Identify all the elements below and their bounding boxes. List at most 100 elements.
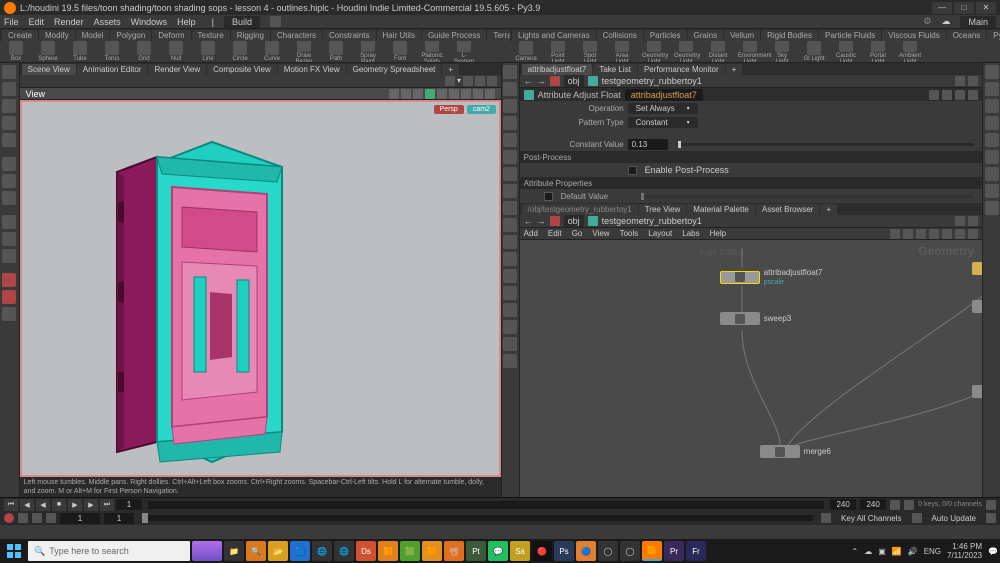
shelf-tool[interactable]: Platonic Solids	[420, 41, 444, 63]
maximize-button[interactable]: □	[954, 2, 974, 14]
maximize-icon[interactable]	[487, 76, 497, 86]
task-app[interactable]: 📽	[444, 541, 464, 561]
shelf-tab[interactable]: Create	[2, 30, 38, 41]
shelf-tool[interactable]: Geometry Light	[642, 41, 666, 63]
net-tool-icon[interactable]	[916, 229, 926, 239]
tab-take-list[interactable]: Take List	[593, 64, 637, 75]
pin-icon[interactable]	[445, 76, 455, 86]
task-app[interactable]: 🟩	[400, 541, 420, 561]
shelf-tab[interactable]: Vellum	[724, 30, 760, 41]
home-icon[interactable]	[550, 76, 560, 86]
add-tab-button[interactable]: +	[726, 64, 743, 75]
menu-help[interactable]: Help	[177, 17, 196, 27]
handle-tool-icon[interactable]	[2, 174, 16, 188]
play-reverse-button[interactable]: ◀	[36, 499, 50, 511]
display-opt-icon[interactable]	[503, 184, 517, 198]
net-display-icon[interactable]	[985, 184, 999, 198]
shelf-tool[interactable]: Point Light	[546, 41, 570, 63]
help-icon[interactable]	[955, 90, 965, 100]
shelf-tab[interactable]: Hair Utils	[377, 30, 421, 41]
add-tab-button[interactable]: +	[820, 204, 837, 215]
layout-icon[interactable]	[463, 76, 473, 86]
current-frame-input2[interactable]: 1	[104, 513, 134, 524]
view-opt-icon[interactable]	[473, 89, 483, 99]
update-icon[interactable]	[986, 513, 996, 523]
task-app[interactable]: 🔴	[532, 541, 552, 561]
net-menu-go[interactable]: Go	[572, 229, 583, 238]
shelf-tab[interactable]: Deform	[152, 30, 190, 41]
menu-assets[interactable]: Assets	[94, 17, 121, 27]
shelf-tool[interactable]: Tube	[68, 41, 92, 62]
net-display-icon[interactable]	[985, 116, 999, 130]
start-frame-input[interactable]: 1	[116, 499, 142, 510]
task-app[interactable]: Pt	[466, 541, 486, 561]
node-partial[interactable]	[972, 300, 982, 313]
constant-value-slider[interactable]	[676, 143, 975, 146]
task-app[interactable]: 🟧	[422, 541, 442, 561]
net-menu-add[interactable]: Add	[524, 229, 538, 238]
shelf-tab[interactable]: Grains	[688, 30, 724, 41]
view-opt-icon[interactable]	[485, 89, 495, 99]
default-value-checkbox[interactable]	[544, 192, 553, 201]
net-display-icon[interactable]	[985, 133, 999, 147]
net-display-icon[interactable]	[985, 150, 999, 164]
shelf-tool[interactable]: Environment Light	[738, 41, 762, 63]
pose-tool-icon[interactable]	[2, 133, 16, 147]
shelf-tool[interactable]: Line	[196, 41, 220, 62]
enable-pp-checkbox[interactable]	[628, 166, 637, 175]
path-segment[interactable]: obj	[564, 215, 584, 227]
path-segment[interactable]: testgeometry_rubbertoy1	[602, 216, 702, 226]
realtime-icon[interactable]	[890, 500, 900, 510]
shelf-tab[interactable]: Modify	[39, 30, 75, 41]
tab-scene-view[interactable]: Scene View	[22, 64, 76, 75]
range-end-input[interactable]: 240	[860, 499, 886, 510]
net-tool-icon[interactable]	[968, 229, 978, 239]
shelf-tool[interactable]: Font	[388, 41, 412, 62]
gear-icon[interactable]	[46, 513, 56, 523]
prev-frame-button[interactable]: ◀	[20, 499, 34, 511]
rotate-tool-icon[interactable]	[2, 99, 16, 113]
path-dropdown[interactable]: ▾	[457, 76, 461, 86]
display-opt-icon[interactable]	[503, 354, 517, 368]
display-opt-icon[interactable]	[503, 167, 517, 181]
add-tab-button[interactable]: +	[442, 64, 459, 75]
network-editor[interactable]: Geometry Indie Edition attribadjustfloat…	[520, 240, 983, 497]
shelf-tool[interactable]: Path	[324, 41, 348, 62]
view-tool-icon[interactable]	[2, 191, 16, 205]
shelf-tool[interactable]: Portal Light	[866, 41, 890, 63]
shelf-tab[interactable]: Polygon	[110, 30, 151, 41]
minimize-button[interactable]: —	[932, 2, 952, 14]
magnet-tool-icon[interactable]	[2, 273, 16, 287]
shelf-tool[interactable]: Geometry Light	[674, 41, 698, 63]
display-opt-icon[interactable]	[503, 286, 517, 300]
record-icon[interactable]	[4, 513, 14, 523]
shelf-tool[interactable]: Spray Paint	[356, 41, 380, 63]
trash-icon[interactable]	[475, 76, 485, 86]
view-opt-icon[interactable]	[461, 89, 471, 99]
node-partial[interactable]	[972, 262, 982, 275]
loop-icon[interactable]	[904, 500, 914, 510]
task-app[interactable]: Ps	[554, 541, 574, 561]
shelf-tool[interactable]: Sky Light	[770, 41, 794, 63]
shelf-tool[interactable]: L-System	[452, 41, 476, 63]
tab-geo-spreadsheet[interactable]: Geometry Spreadsheet	[347, 64, 442, 75]
path-segment[interactable]: testgeometry_rubbertoy1	[602, 76, 702, 86]
camera-button[interactable]: cam2	[467, 105, 496, 114]
task-app[interactable]: 💬	[488, 541, 508, 561]
stop-button[interactable]: ■	[52, 499, 66, 511]
move-tool-icon[interactable]	[2, 82, 16, 96]
net-menu-layout[interactable]: Layout	[648, 229, 672, 238]
play-button[interactable]: ▶	[68, 499, 82, 511]
menu-windows[interactable]: Windows	[131, 17, 168, 27]
shelf-tool[interactable]: Grid	[132, 41, 156, 62]
display-opt-icon[interactable]	[503, 82, 517, 96]
language-indicator[interactable]: ENG	[924, 547, 941, 556]
notifications-icon[interactable]: 💬	[988, 547, 998, 556]
task-app[interactable]: ◯	[598, 541, 618, 561]
info-icon[interactable]	[968, 90, 978, 100]
taskbar-search[interactable]: 🔍 Type here to search	[28, 541, 190, 561]
fwd-icon[interactable]: →	[537, 76, 546, 86]
pane-layout-label[interactable]: Main	[960, 16, 996, 28]
view-opt-icon[interactable]	[449, 89, 459, 99]
display-opt-icon[interactable]	[503, 252, 517, 266]
